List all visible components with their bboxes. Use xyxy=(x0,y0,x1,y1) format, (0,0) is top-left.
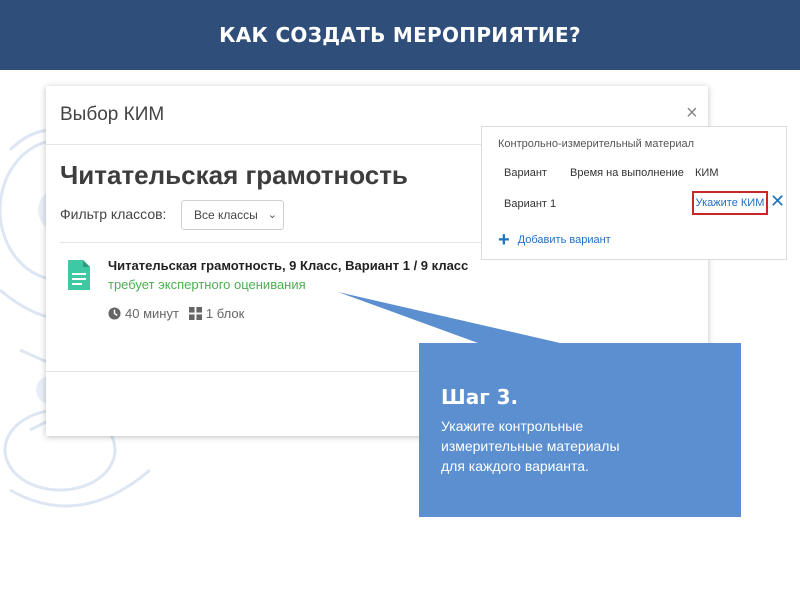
slide-header: КАК СОЗДАТЬ МЕРОПРИЯТИЕ? xyxy=(0,0,800,70)
clock-icon xyxy=(108,307,121,320)
duration-text: 40 минут xyxy=(125,306,179,321)
callout-line: измерительные материалы xyxy=(441,438,620,454)
kim-panel-title: Контрольно-измерительный материал xyxy=(498,138,695,150)
column-header-variant: Вариант xyxy=(504,167,547,179)
filter-label: Фильтр классов: xyxy=(60,206,167,222)
class-filter-select[interactable]: Все классы ⌄ xyxy=(181,200,284,230)
chevron-down-icon: ⌄ xyxy=(267,209,277,221)
callout-line: для каждого варианта. xyxy=(441,458,589,474)
column-header-time: Время на выполнение xyxy=(570,167,684,179)
remove-variant-icon[interactable]: ✕ xyxy=(770,191,785,212)
blocks-count: 1 блок xyxy=(205,306,245,321)
callout-text: Укажите контрольные измерительные матери… xyxy=(441,416,721,476)
close-icon[interactable]: × xyxy=(686,102,698,125)
slide-title: КАК СОЗДАТЬ МЕРОПРИЯТИЕ? xyxy=(219,23,581,47)
kim-item-title[interactable]: Читательская грамотность, 9 Класс, Вариа… xyxy=(108,258,468,273)
step-callout: Шаг 3. Укажите контрольные измерительные… xyxy=(419,343,741,517)
specify-kim-link[interactable]: Укажите КИМ xyxy=(692,191,768,215)
callout-step-title: Шаг 3. xyxy=(441,385,519,409)
kim-item-meta: 40 минут 1 блок xyxy=(108,306,244,321)
modal-title: Выбор КИМ xyxy=(60,104,165,125)
add-variant-button[interactable]: + Добавить вариант xyxy=(498,229,611,251)
document-icon xyxy=(68,260,90,290)
column-header-kim: КИМ xyxy=(695,167,719,179)
callout-line: Укажите контрольные xyxy=(441,418,584,434)
class-filter-value: Все классы xyxy=(194,208,258,222)
add-variant-label: Добавить вариант xyxy=(517,234,611,246)
variant-row-label: Вариант 1 xyxy=(504,198,557,210)
kim-variants-panel: Контрольно-измерительный материал Вариан… xyxy=(481,126,787,260)
plus-icon: + xyxy=(498,229,510,251)
grid-blocks-icon xyxy=(188,307,202,320)
subject-title: Читательская грамотность xyxy=(60,160,408,190)
kim-item-status: требует экспертного оценивания xyxy=(108,277,306,292)
